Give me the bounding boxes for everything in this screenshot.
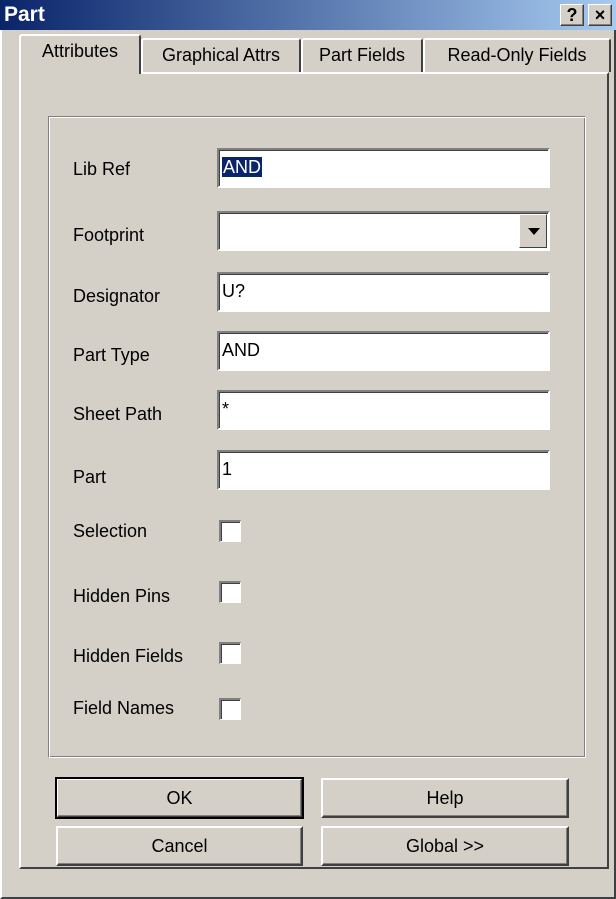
hidden-pins-checkbox[interactable] [219,581,241,603]
hidden-pins-label: Hidden Pins [73,586,171,606]
lib-ref-input[interactable]: AND [217,148,550,188]
tab-part-fields[interactable]: Part Fields [301,38,423,72]
hidden-fields-label: Hidden Fields [73,646,184,666]
sheet-path-input[interactable]: * [217,390,550,430]
hidden-fields-checkbox[interactable] [219,642,241,664]
tab-attributes[interactable]: Attributes [19,34,141,74]
tab-read-only-fields[interactable]: Read-Only Fields [423,38,611,72]
selection-label: Selection [73,521,148,541]
field-names-checkbox[interactable] [219,698,241,720]
part-type-input[interactable]: AND [217,331,550,371]
designator-label: Designator [73,286,161,306]
chevron-down-icon [528,228,540,235]
selection-checkbox[interactable] [219,520,241,542]
part-type-value: AND [222,340,261,360]
part-type-label: Part Type [73,345,150,365]
designator-value: U? [222,281,246,301]
dropdown-button[interactable] [519,214,547,248]
footprint-select[interactable] [217,211,550,251]
part-input[interactable]: 1 [217,450,550,490]
part-value: 1 [222,459,233,479]
footprint-label: Footprint [73,225,145,245]
close-icon[interactable]: × [588,4,612,26]
sheet-path-label: Sheet Path [73,404,163,424]
window-title: Part [4,3,45,26]
lib-ref-label: Lib Ref [73,159,131,179]
tab-graphical-attrs[interactable]: Graphical Attrs [141,38,301,72]
part-label: Part [73,467,107,487]
title-bar: Part ? × [0,0,616,30]
help-button[interactable]: Help [321,778,569,818]
sheet-path-value: * [222,399,230,419]
designator-input[interactable]: U? [217,272,550,312]
ok-button[interactable]: OK [55,777,304,819]
help-icon[interactable]: ? [560,4,584,26]
lib-ref-value: AND [222,157,263,177]
field-names-label: Field Names [73,698,175,718]
global-button[interactable]: Global >> [321,826,569,866]
cancel-button[interactable]: Cancel [56,826,303,866]
